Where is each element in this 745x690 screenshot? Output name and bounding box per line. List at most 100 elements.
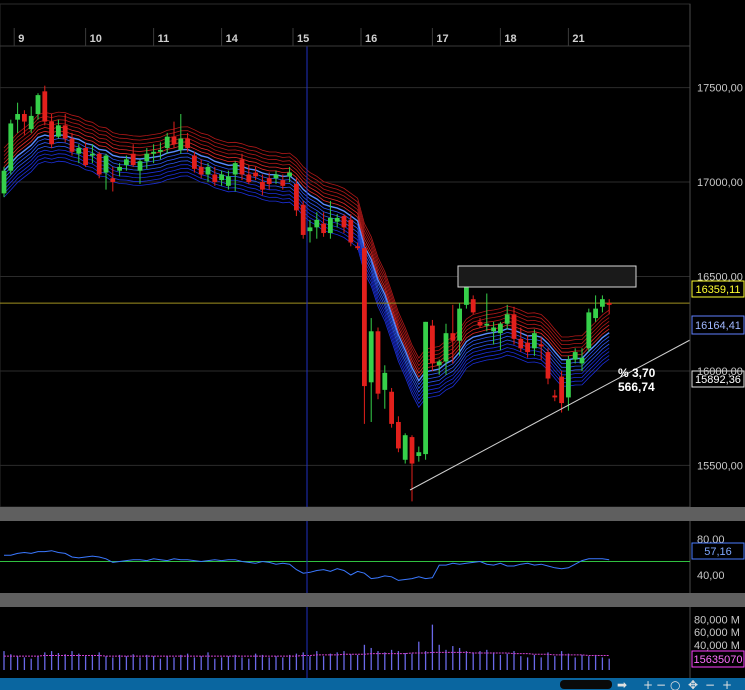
candle-body[interactable] (470, 299, 476, 313)
candle-body[interactable] (287, 172, 292, 177)
candle-body[interactable] (443, 333, 449, 362)
candle-body[interactable] (239, 159, 245, 175)
candle-body[interactable] (328, 217, 333, 234)
candle-body[interactable] (606, 302, 612, 305)
candle-body[interactable] (205, 166, 211, 175)
candle-body[interactable] (253, 172, 258, 177)
candle-body[interactable] (294, 183, 299, 211)
candle-body[interactable] (559, 376, 564, 404)
candle-body[interactable] (1, 170, 7, 194)
candle-body[interactable] (22, 114, 27, 122)
candle-body[interactable] (593, 308, 598, 319)
candle-body[interactable] (504, 314, 510, 324)
candle-body[interactable] (117, 166, 122, 171)
candle-body[interactable] (566, 359, 571, 398)
candle-body[interactable] (498, 323, 503, 334)
candle-body[interactable] (491, 327, 496, 332)
candle-body[interactable] (130, 153, 136, 166)
candle-body[interactable] (579, 357, 585, 364)
panel-separator-rsi[interactable] (0, 507, 690, 521)
candle-body[interactable] (484, 323, 490, 326)
candle-body[interactable] (402, 435, 408, 460)
candle-body[interactable] (341, 216, 347, 228)
candle-body[interactable] (477, 321, 483, 326)
candle-body[interactable] (90, 153, 95, 156)
candle-body[interactable] (198, 166, 204, 175)
candle-body[interactable] (348, 219, 354, 243)
candle-body[interactable] (511, 314, 517, 339)
candle-body[interactable] (409, 437, 415, 464)
candle-body[interactable] (321, 223, 326, 234)
candle-body[interactable] (144, 153, 150, 162)
candle-body[interactable] (28, 115, 34, 130)
candle-body[interactable] (232, 163, 238, 175)
candle-body[interactable] (368, 331, 374, 383)
candle-body[interactable] (35, 95, 41, 115)
candle-body[interactable] (15, 114, 20, 120)
candle-body[interactable] (538, 344, 544, 347)
candle-body[interactable] (83, 148, 88, 166)
plus-icon[interactable]: + (722, 678, 732, 690)
candle-body[interactable] (137, 161, 143, 171)
candle-body[interactable] (586, 312, 592, 349)
trading-chart[interactable]: % 3,70 566,74 9 10 11 14 15 16 17 18 21 16359,11… (0, 0, 745, 690)
candle-body[interactable] (423, 321, 428, 455)
plus-icon[interactable]: + (643, 678, 653, 690)
candle-body[interactable] (212, 174, 218, 183)
candle-body[interactable] (246, 174, 252, 183)
candle-body[interactable] (572, 352, 578, 360)
candle-body[interactable] (545, 352, 551, 379)
move-icon[interactable]: ✥ (688, 678, 698, 690)
candle-body[interactable] (389, 391, 394, 424)
candle-body[interactable] (192, 155, 197, 169)
candle-body[interactable] (280, 180, 286, 186)
panel-separator-volume[interactable] (0, 593, 690, 607)
minus-icon[interactable]: − (656, 678, 666, 690)
candle-body[interactable] (430, 325, 435, 364)
candle-body[interactable] (42, 91, 48, 122)
candle-body[interactable] (362, 248, 367, 387)
candle-body[interactable] (62, 125, 68, 139)
candle-body[interactable] (396, 421, 401, 449)
candle-body[interactable] (110, 178, 116, 183)
candle-body[interactable] (219, 174, 224, 181)
circle-icon[interactable]: ○ (670, 678, 680, 690)
candle-body[interactable] (69, 138, 75, 152)
candle-body[interactable] (416, 452, 422, 456)
candle-body[interactable] (124, 159, 129, 166)
selection-rectangle[interactable] (457, 265, 637, 288)
candle-body[interactable] (96, 153, 102, 175)
candle-body[interactable] (457, 308, 462, 341)
candle-body[interactable] (300, 204, 306, 235)
candle-body[interactable] (314, 219, 320, 228)
candle-body[interactable] (600, 299, 605, 307)
candle-body[interactable] (552, 395, 558, 398)
candle-body[interactable] (178, 138, 184, 150)
candle-body[interactable] (56, 125, 61, 137)
candle-body[interactable] (226, 176, 231, 186)
candle-body[interactable] (164, 136, 170, 149)
candle-body[interactable] (185, 138, 190, 149)
candle-body[interactable] (158, 149, 163, 152)
candle-body[interactable] (76, 148, 82, 154)
candle-body[interactable] (273, 174, 279, 179)
minus-icon[interactable]: − (705, 678, 715, 690)
candle-body[interactable] (334, 217, 340, 222)
arrow-right-icon[interactable]: ➡ (617, 678, 627, 690)
candle-body[interactable] (171, 136, 177, 145)
candle-body[interactable] (260, 182, 265, 190)
candle-body[interactable] (355, 246, 360, 249)
candle-body[interactable] (8, 123, 14, 171)
candle-body[interactable] (436, 361, 442, 366)
candle-body[interactable] (49, 121, 54, 145)
candle-body[interactable] (151, 151, 156, 154)
candle-body[interactable] (382, 372, 388, 390)
candle-body[interactable] (525, 342, 530, 353)
candle-body[interactable] (266, 178, 272, 184)
candle-body[interactable] (450, 333, 456, 341)
candle-body[interactable] (307, 227, 313, 232)
candle-body[interactable] (518, 338, 524, 349)
candle-body[interactable] (103, 155, 109, 173)
candle-body[interactable] (375, 331, 381, 394)
horizontal-scrollbar[interactable] (560, 680, 612, 689)
